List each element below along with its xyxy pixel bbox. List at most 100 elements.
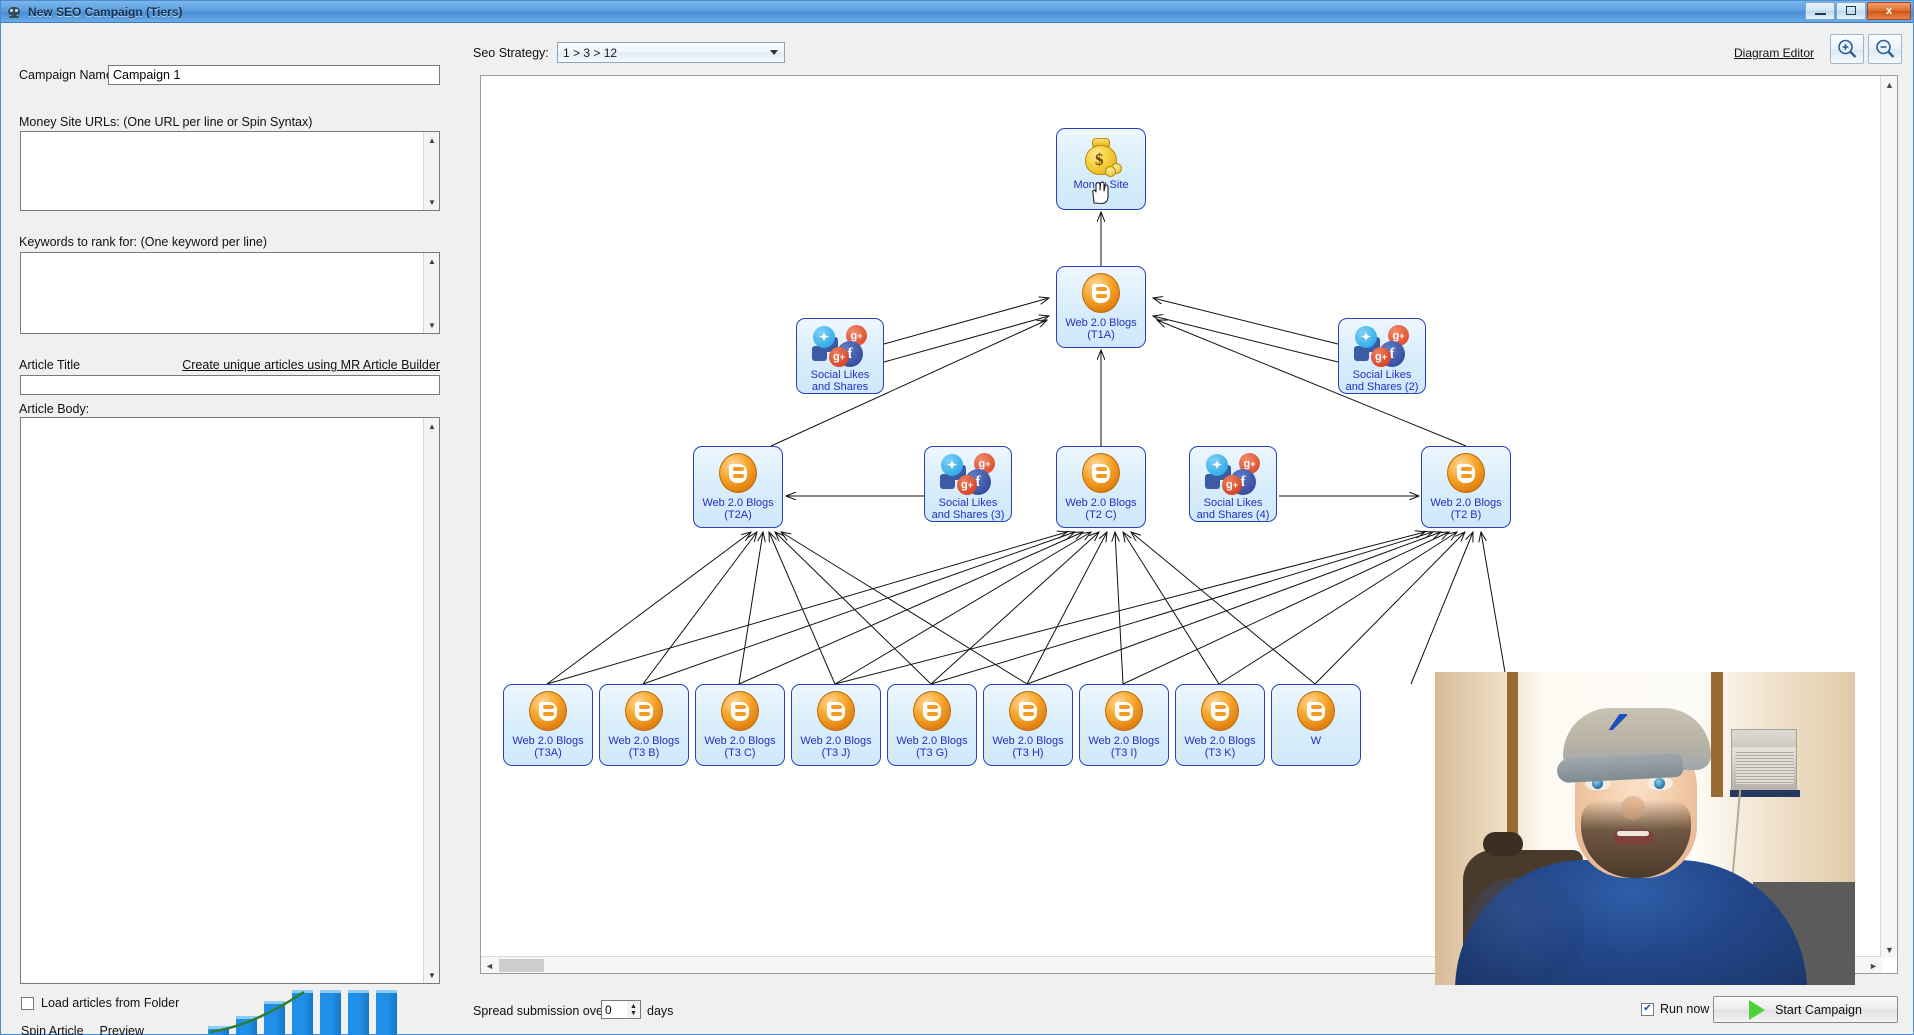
blogger-icon xyxy=(1105,691,1143,731)
start-campaign-button[interactable]: Start Campaign xyxy=(1713,996,1898,1023)
window-title: New SEO Campaign (Tiers) xyxy=(28,4,183,19)
keywords-label: Keywords to rank for: (One keyword per l… xyxy=(19,235,268,249)
blogger-icon xyxy=(1082,453,1120,493)
node-label: Web 2.0 Blogs xyxy=(1430,497,1502,509)
node-t3k[interactable]: Web 2.0 Blogs (T3 K) xyxy=(1175,684,1265,766)
money-site-urls-textarea[interactable]: ▲ ▼ xyxy=(20,131,440,211)
node-money-site[interactable]: $ Money Site xyxy=(1056,128,1146,210)
node-sublabel: (T3 B) xyxy=(628,747,660,759)
article-body-textarea[interactable]: ▲ ▼ xyxy=(20,417,440,984)
zoom-out-icon xyxy=(1876,39,1895,58)
node-t1a[interactable]: Web 2.0 Blogs (T1A) xyxy=(1056,266,1146,348)
load-articles-from-folder-row[interactable]: Load articles from Folder xyxy=(21,996,179,1010)
scroll-up-icon[interactable]: ▲ xyxy=(424,253,439,269)
node-label: Web 2.0 Blogs xyxy=(1065,317,1137,329)
node-t3j[interactable]: Web 2.0 Blogs (T3 J) xyxy=(791,684,881,766)
node-sublabel: and Shares (3) xyxy=(931,509,1005,521)
social-likes-icon: ✦ g + f g + xyxy=(1353,325,1411,367)
node-sublabel: (T3A) xyxy=(534,747,562,759)
spread-days-stepper[interactable]: ▲ ▼ xyxy=(627,1000,641,1019)
load-articles-checkbox[interactable] xyxy=(21,996,34,1010)
node-sublabel: (T2A) xyxy=(724,509,752,521)
canvas-vertical-scrollbar[interactable]: ▲ ▼ xyxy=(1880,76,1897,958)
node-label: Web 2.0 Blogs xyxy=(800,735,872,747)
node-social-likes-2[interactable]: ✦ g + f g + Social Likes and Shares (2) xyxy=(1338,318,1426,394)
node-sublabel: and Shares xyxy=(811,381,869,393)
node-t3g[interactable]: Web 2.0 Blogs (T3 G) xyxy=(887,684,977,766)
seo-strategy-label: Seo Strategy: xyxy=(473,46,549,60)
node-t2c[interactable]: Web 2.0 Blogs (T2 C) xyxy=(1056,446,1146,528)
campaign-name-label: Campaign Name: xyxy=(19,68,117,82)
stepper-down-icon[interactable]: ▼ xyxy=(630,1010,637,1017)
node-social-likes-3[interactable]: ✦ g + f g + Social Likes and Shares (3) xyxy=(924,446,1012,522)
scroll-down-icon[interactable]: ▼ xyxy=(1881,941,1898,958)
node-t3-partial[interactable]: W xyxy=(1271,684,1361,766)
window-title-bar: New SEO Campaign (Tiers) x xyxy=(1,1,1913,23)
diagram-editor-link[interactable]: Diagram Editor xyxy=(1734,46,1814,60)
campaign-name-input[interactable] xyxy=(108,65,440,85)
node-sublabel: (T3 G) xyxy=(916,747,948,759)
blogger-icon xyxy=(1297,691,1335,731)
node-sublabel: (T1A) xyxy=(1087,329,1115,341)
preview-link[interactable]: Preview xyxy=(100,1024,144,1035)
node-label: Money Site xyxy=(1073,179,1129,191)
spin-article-link[interactable]: Spin Article xyxy=(21,1024,84,1035)
stepper-up-icon[interactable]: ▲ xyxy=(630,1003,637,1010)
node-sublabel: (T3 J) xyxy=(821,747,851,759)
keywords-textarea[interactable]: ▲ ▼ xyxy=(20,252,440,334)
node-t3h[interactable]: Web 2.0 Blogs (T3 H) xyxy=(983,684,1073,766)
scroll-up-icon[interactable]: ▲ xyxy=(1881,76,1898,93)
scroll-up-icon[interactable]: ▲ xyxy=(424,418,439,434)
trend-line-icon xyxy=(209,990,305,1034)
hscroll-thumb[interactable] xyxy=(499,959,544,972)
run-now-checkbox[interactable]: ✔ xyxy=(1641,1002,1654,1016)
article-body-scrollbar[interactable]: ▲ ▼ xyxy=(423,418,439,983)
scroll-down-icon[interactable]: ▼ xyxy=(424,317,439,333)
scroll-right-icon[interactable]: ► xyxy=(1865,957,1882,974)
money-site-scrollbar[interactable]: ▲ ▼ xyxy=(423,132,439,210)
growth-chart-graphic xyxy=(208,986,408,1035)
scroll-up-icon[interactable]: ▲ xyxy=(424,132,439,148)
zoom-in-button[interactable] xyxy=(1830,34,1864,64)
minimize-button[interactable] xyxy=(1805,1,1835,20)
node-label: Web 2.0 Blogs xyxy=(608,735,680,747)
spread-submission-label: Spread submission over xyxy=(473,1004,608,1018)
social-likes-icon: ✦ g + f g + xyxy=(1204,453,1262,495)
node-label: Social Likes xyxy=(1203,497,1263,509)
node-label: Web 2.0 Blogs xyxy=(992,735,1064,747)
node-sublabel: (T2 B) xyxy=(1450,509,1482,521)
node-t3i[interactable]: Web 2.0 Blogs (T3 I) xyxy=(1079,684,1169,766)
blogger-icon xyxy=(817,691,855,731)
node-t2a[interactable]: Web 2.0 Blogs (T2A) xyxy=(693,446,783,528)
scroll-down-icon[interactable]: ▼ xyxy=(424,967,439,983)
node-sublabel: (T3 I) xyxy=(1110,747,1138,759)
scroll-left-icon[interactable]: ◄ xyxy=(481,957,498,974)
load-articles-label: Load articles from Folder xyxy=(41,996,180,1010)
article-actions: Spin Article Preview xyxy=(21,1024,144,1035)
node-social-likes-4[interactable]: ✦ g + f g + Social Likes and Shares (4) xyxy=(1189,446,1277,522)
node-social-likes-1[interactable]: ✦ g + f g + Social Likes and Shares xyxy=(796,318,884,394)
article-builder-link[interactable]: Create unique articles using MR Article … xyxy=(182,358,440,372)
node-sublabel: (T2 C) xyxy=(1085,509,1117,521)
node-sublabel: (T3 C) xyxy=(724,747,756,759)
maximize-restore-button[interactable] xyxy=(1836,1,1866,20)
article-title-label: Article Title xyxy=(19,358,81,372)
node-label: Social Likes xyxy=(1352,369,1412,381)
node-t3a[interactable]: Web 2.0 Blogs (T3A) xyxy=(503,684,593,766)
air-conditioner xyxy=(1730,729,1800,797)
zoom-out-button[interactable] xyxy=(1868,34,1902,64)
node-t3b[interactable]: Web 2.0 Blogs (T3 B) xyxy=(599,684,689,766)
article-title-input[interactable] xyxy=(20,375,440,395)
scroll-down-icon[interactable]: ▼ xyxy=(424,194,439,210)
blogger-icon xyxy=(625,691,663,731)
close-button[interactable]: x xyxy=(1867,1,1911,20)
keywords-scrollbar[interactable]: ▲ ▼ xyxy=(423,253,439,333)
node-t3c[interactable]: Web 2.0 Blogs (T3 C) xyxy=(695,684,785,766)
money-site-urls-label: Money Site URLs: (One URL per line or Sp… xyxy=(19,115,313,129)
node-sublabel: (T3 K) xyxy=(1204,747,1236,759)
seo-strategy-dropdown[interactable]: 1 > 3 > 12 xyxy=(557,42,785,63)
node-t2b[interactable]: Web 2.0 Blogs (T2 B) xyxy=(1421,446,1511,528)
seo-strategy-value: 1 > 3 > 12 xyxy=(563,45,618,60)
node-label: Web 2.0 Blogs xyxy=(512,735,584,747)
run-now-row[interactable]: ✔ Run now xyxy=(1641,1002,1709,1016)
